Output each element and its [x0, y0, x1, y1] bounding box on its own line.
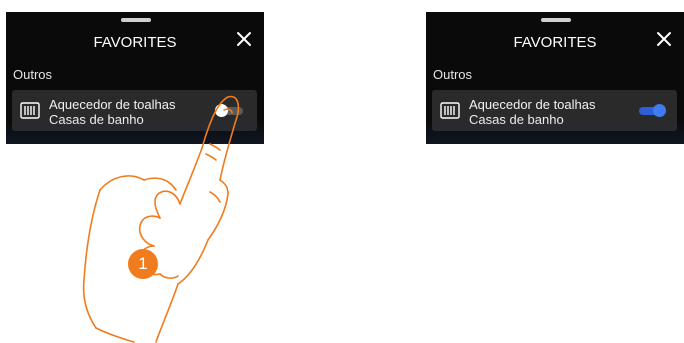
favorites-panel-after: FAVORITES Outros Aquecedor de toalhas Ca… [426, 12, 684, 144]
radiator-icon [440, 102, 460, 119]
toggle-switch-on[interactable] [635, 104, 667, 117]
step-number-badge: 1 [128, 249, 158, 279]
panel-title: FAVORITES [513, 34, 597, 51]
radiator-icon [20, 102, 40, 119]
pointing-hand-illustration [82, 95, 240, 343]
item-text: Aquecedor de toalhas Casas de banho [469, 97, 595, 127]
drag-handle[interactable] [541, 18, 571, 22]
section-label: Outros [13, 67, 53, 82]
close-icon[interactable] [234, 29, 254, 49]
item-name: Aquecedor de toalhas [469, 97, 596, 112]
favorite-item-towel-heater[interactable]: Aquecedor de toalhas Casas de banho [432, 90, 677, 131]
close-icon[interactable] [654, 29, 674, 49]
panel-title: FAVORITES [93, 34, 177, 51]
drag-handle[interactable] [121, 18, 151, 22]
section-label: Outros [433, 67, 473, 82]
item-location: Casas de banho [469, 112, 564, 127]
toggle-knob [653, 104, 666, 117]
